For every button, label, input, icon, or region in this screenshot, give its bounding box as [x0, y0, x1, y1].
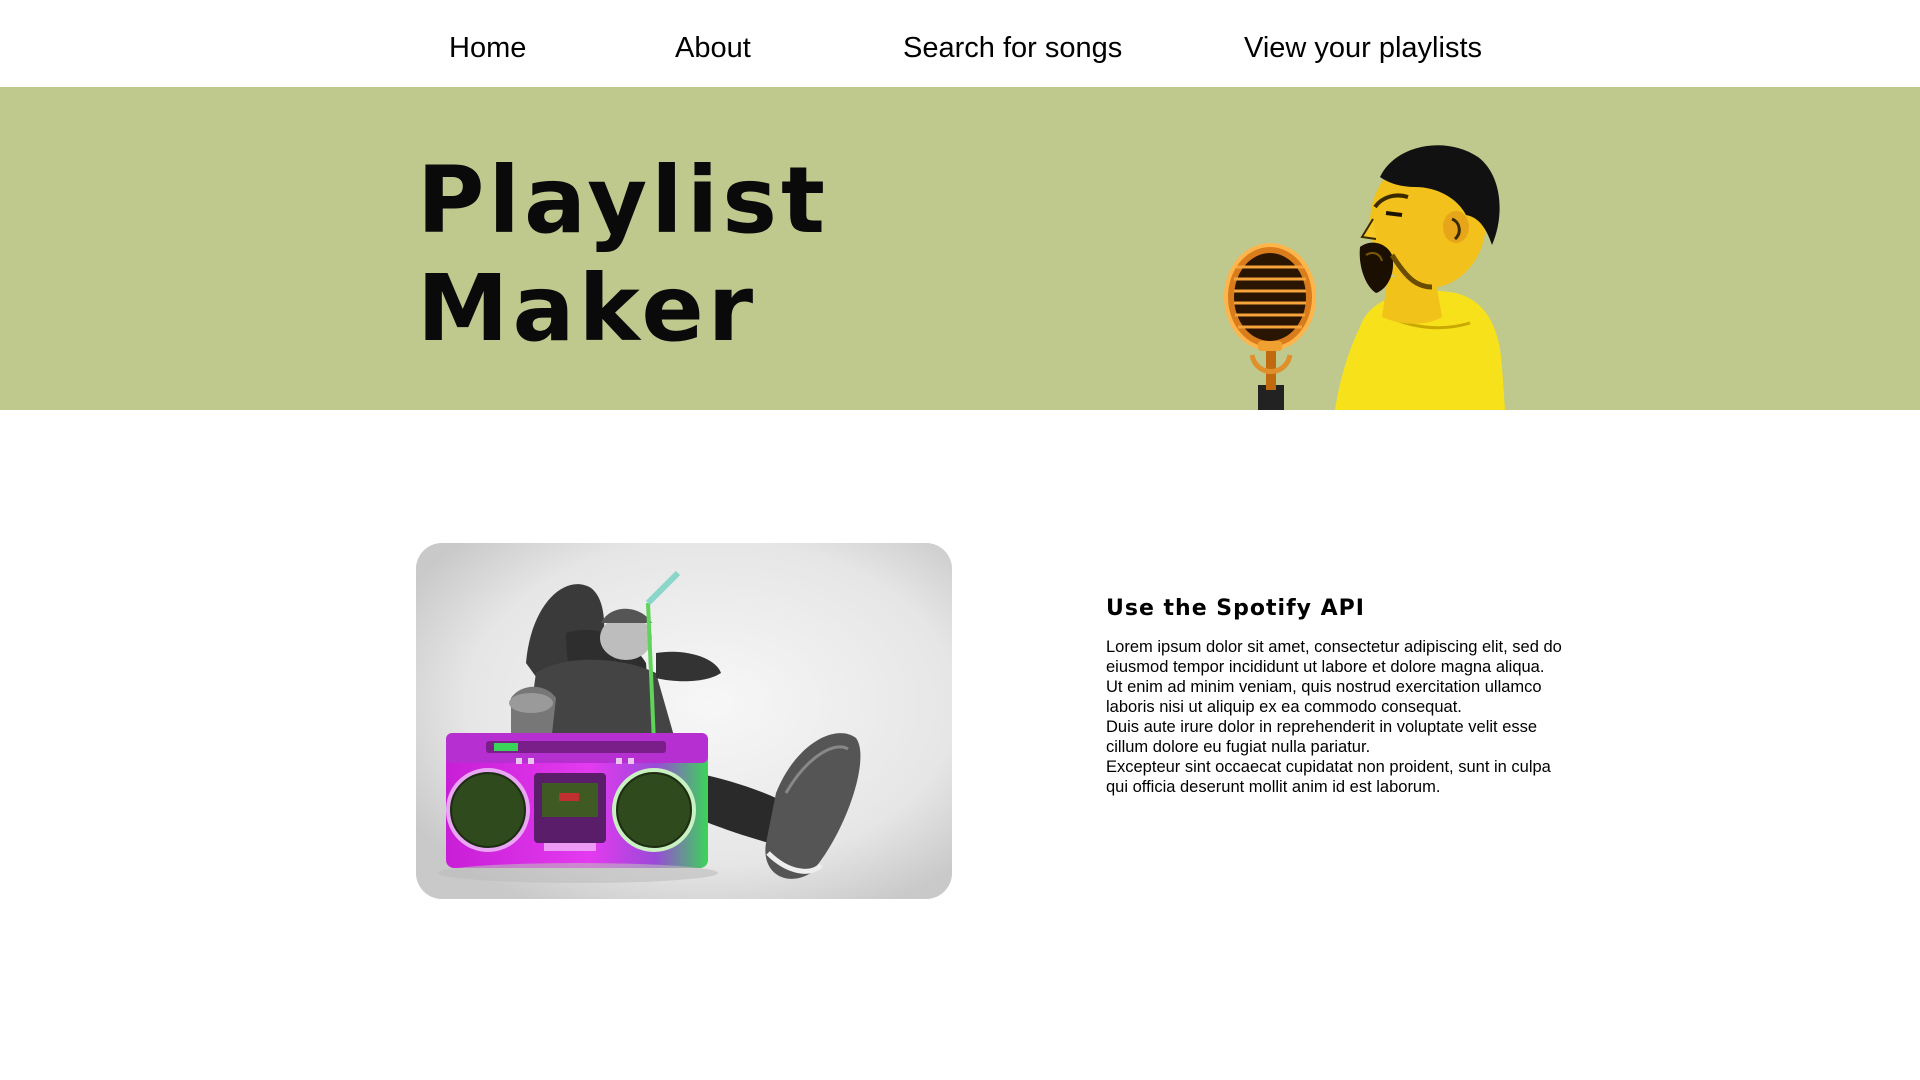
- feature-heading: Use the Spotify API: [1106, 596, 1365, 621]
- page-title-line-2: Maker: [417, 255, 758, 362]
- feature-paragraph: Duis aute irure dolor in reprehenderit i…: [1106, 718, 1538, 756]
- feature-paragraph: Ut enim ad minim veniam, quis nostrud ex…: [1106, 678, 1542, 716]
- page-title-line-1: Playlist: [417, 147, 829, 254]
- hero-banner: Playlist Maker: [0, 87, 1920, 410]
- feature-body: Lorem ipsum dolor sit amet, consectetur …: [1106, 637, 1566, 797]
- feature-paragraph: Lorem ipsum dolor sit amet, consectetur …: [1106, 638, 1562, 676]
- top-nav: Home About Search for songs View your pl…: [0, 0, 1920, 87]
- feature-paragraph: Excepteur sint occaecat cupidatat non pr…: [1106, 758, 1551, 796]
- boombox-image: [416, 543, 952, 899]
- nav-view-playlists-link[interactable]: View your playlists: [1244, 31, 1482, 65]
- nav-home-link[interactable]: Home: [449, 31, 526, 65]
- page-title: Playlist Maker: [417, 147, 829, 363]
- nav-about-link[interactable]: About: [675, 31, 751, 65]
- nav-search-songs-link[interactable]: Search for songs: [903, 31, 1122, 65]
- feature-section: Use the Spotify API Lorem ipsum dolor si…: [1106, 595, 1566, 797]
- singer-microphone-image: [1224, 145, 1505, 410]
- page: Home About Search for songs View your pl…: [0, 0, 1920, 1080]
- boombox-photo-icon: [416, 543, 952, 899]
